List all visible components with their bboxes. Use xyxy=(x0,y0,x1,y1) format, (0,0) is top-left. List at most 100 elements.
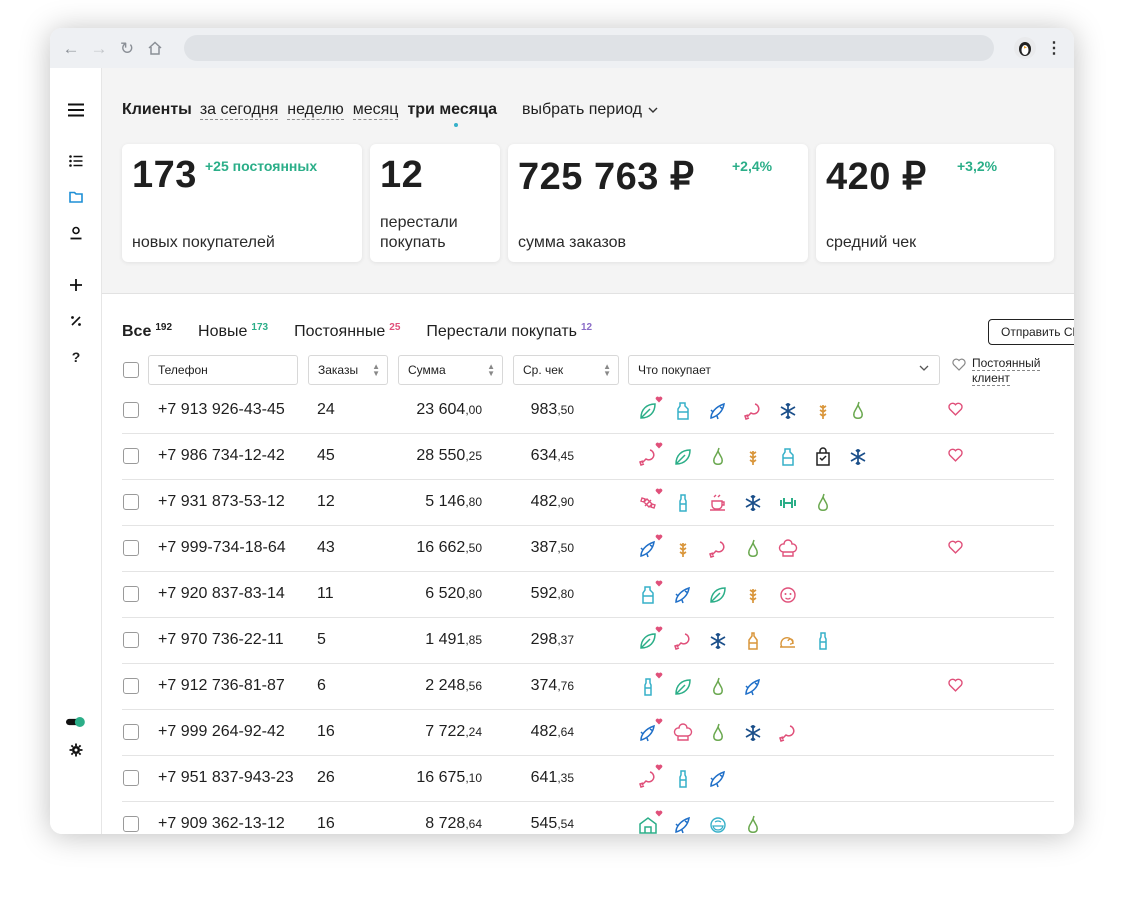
purchase-icons xyxy=(638,488,833,513)
tab-new[interactable]: Новые 173 xyxy=(198,322,268,341)
avg-cell-whole: 641 xyxy=(530,769,558,786)
select-all-checkbox[interactable] xyxy=(123,362,139,378)
send-sms-button[interactable]: Отправить СМС xyxy=(988,319,1074,345)
meat-icon xyxy=(778,723,798,743)
stat-label-line1: перестали xyxy=(380,214,458,231)
snowflake-icon xyxy=(743,493,763,513)
regular-client-filter[interactable]: Постоянный клиент xyxy=(952,356,1041,386)
heart-icon[interactable] xyxy=(948,540,963,554)
heart-icon[interactable] xyxy=(948,402,963,416)
avg-cell-kopecks: ,45 xyxy=(557,449,574,463)
sidebar: ? xyxy=(50,68,102,834)
favorite-marker-icon xyxy=(655,810,663,817)
period-week[interactable]: неделю xyxy=(287,101,344,120)
phone-cell: +7 986 734-12-42 xyxy=(158,447,285,464)
avg-cell: 482,64 xyxy=(502,723,574,741)
table-row[interactable]: +7 931 873-53-12 12 5 146,80 482,90 xyxy=(122,480,1054,526)
row-checkbox[interactable] xyxy=(123,494,139,510)
meat-icon xyxy=(673,631,693,651)
meat-icon xyxy=(638,442,663,467)
menu-kebab-icon[interactable]: ⋮ xyxy=(1046,38,1062,58)
table-row[interactable]: +7 913 926-43-45 24 23 604,00 983,50 xyxy=(122,388,1054,434)
phone-cell: +7 920 837-83-14 xyxy=(158,585,285,602)
avg-cell-whole: 983 xyxy=(530,401,558,418)
list-icon[interactable] xyxy=(66,151,86,171)
heart-outline-icon xyxy=(952,358,966,371)
sum-cell-whole: 23 604 xyxy=(416,401,466,418)
user-icon[interactable] xyxy=(66,223,86,243)
stat-card-stopped-buying: 12 перестали покупать xyxy=(370,144,500,262)
home-icon[interactable] xyxy=(146,39,164,57)
avg-cell-whole: 592 xyxy=(530,585,558,602)
help-icon[interactable]: ? xyxy=(66,347,86,367)
row-checkbox[interactable] xyxy=(123,402,139,418)
fish-icon xyxy=(708,769,728,789)
tab-regular[interactable]: Постоянные 25 xyxy=(294,322,400,341)
table-row[interactable]: +7 920 837-83-14 11 6 520,80 592,80 xyxy=(122,572,1054,618)
avatar[interactable] xyxy=(1014,37,1036,59)
buys-filter-dropdown[interactable]: Что покупает xyxy=(628,355,940,385)
row-checkbox[interactable] xyxy=(123,586,139,602)
avg-cell-kopecks: ,76 xyxy=(557,679,574,693)
avg-cell: 387,50 xyxy=(502,539,574,557)
clients-table-body: +7 913 926-43-45 24 23 604,00 983,50 +7 986 … xyxy=(122,388,1054,834)
sum-cell: 28 550,25 xyxy=(372,447,482,465)
toggle-switch[interactable] xyxy=(66,712,86,732)
period-month[interactable]: месяц xyxy=(352,101,399,120)
table-row[interactable]: +7 999 264-92-42 16 7 722,24 482,64 xyxy=(122,710,1054,756)
period-today[interactable]: за сегодня xyxy=(199,101,279,120)
meat-icon xyxy=(743,401,763,421)
table-row[interactable]: +7 909 362-13-12 16 8 728,64 545,54 xyxy=(122,802,1054,834)
avg-cell: 545,54 xyxy=(502,815,574,833)
row-checkbox[interactable] xyxy=(123,540,139,556)
phone-filter-field[interactable]: Телефон xyxy=(148,355,298,385)
row-checkbox[interactable] xyxy=(123,770,139,786)
dumbbell-icon xyxy=(778,493,798,513)
table-row[interactable]: +7 951 837-943-23 26 16 675,10 641,35 xyxy=(122,756,1054,802)
tab-all[interactable]: Все 192 xyxy=(122,322,172,341)
stat-label: сумма заказов xyxy=(518,234,627,251)
sum-cell-kopecks: ,25 xyxy=(465,449,482,463)
tab-count: 12 xyxy=(580,322,593,333)
row-checkbox[interactable] xyxy=(123,448,139,464)
row-checkbox[interactable] xyxy=(123,678,139,694)
column-phone: Телефон xyxy=(158,363,208,377)
stat-value: 12 xyxy=(380,154,424,196)
tab-stopped[interactable]: Перестали покупать 12 xyxy=(426,322,592,341)
sum-sort-button[interactable]: Сумма ▲ ▼ xyxy=(398,355,503,385)
table-row[interactable]: +7 970 736-22-11 5 1 491,85 298,37 xyxy=(122,618,1054,664)
table-row[interactable]: +7 999-734-18-64 43 16 662,50 387,50 xyxy=(122,526,1054,572)
hamburger-menu-icon[interactable] xyxy=(66,100,86,120)
table-row[interactable]: +7 986 734-12-42 45 28 550,25 634,45 xyxy=(122,434,1054,480)
reload-icon[interactable]: ↻ xyxy=(118,39,136,57)
stat-label: новых покупателей xyxy=(132,234,275,251)
orders-cell: 12 xyxy=(317,493,335,510)
plus-icon[interactable] xyxy=(66,275,86,295)
phone-cell: +7 970 736-22-11 xyxy=(158,631,284,648)
purchase-icons xyxy=(638,672,763,697)
table-row[interactable]: +7 912 736-81-87 6 2 248,56 374,76 xyxy=(122,664,1054,710)
select-period-dropdown[interactable]: выбрать период xyxy=(522,101,658,119)
period-three-months[interactable]: три месяца xyxy=(407,101,497,127)
avg-cell: 298,37 xyxy=(502,631,574,649)
avg-sort-button[interactable]: Ср. чек ▲ ▼ xyxy=(513,355,619,385)
leaf-icon xyxy=(638,626,663,651)
address-bar[interactable] xyxy=(184,35,994,61)
row-checkbox[interactable] xyxy=(123,632,139,648)
heart-icon[interactable] xyxy=(948,448,963,462)
tab-label: Постоянные xyxy=(294,323,386,340)
client-tabs: Все 192 Новые 173 Постоянные 25 Перестали п… xyxy=(122,322,592,341)
folder-icon[interactable] xyxy=(66,187,86,207)
fish-icon xyxy=(673,585,693,605)
gear-icon[interactable] xyxy=(66,740,86,760)
purchase-icons xyxy=(638,626,833,651)
avg-cell-kopecks: ,35 xyxy=(557,771,574,785)
row-checkbox[interactable] xyxy=(123,724,139,740)
percent-icon[interactable] xyxy=(66,311,86,331)
row-checkbox[interactable] xyxy=(123,816,139,832)
orders-sort-button[interactable]: Заказы ▲ ▼ xyxy=(308,355,388,385)
back-arrow-icon[interactable]: ← xyxy=(62,39,80,57)
heart-icon[interactable] xyxy=(948,678,963,692)
avg-cell: 983,50 xyxy=(502,401,574,419)
forward-arrow-icon[interactable]: → xyxy=(90,39,108,57)
